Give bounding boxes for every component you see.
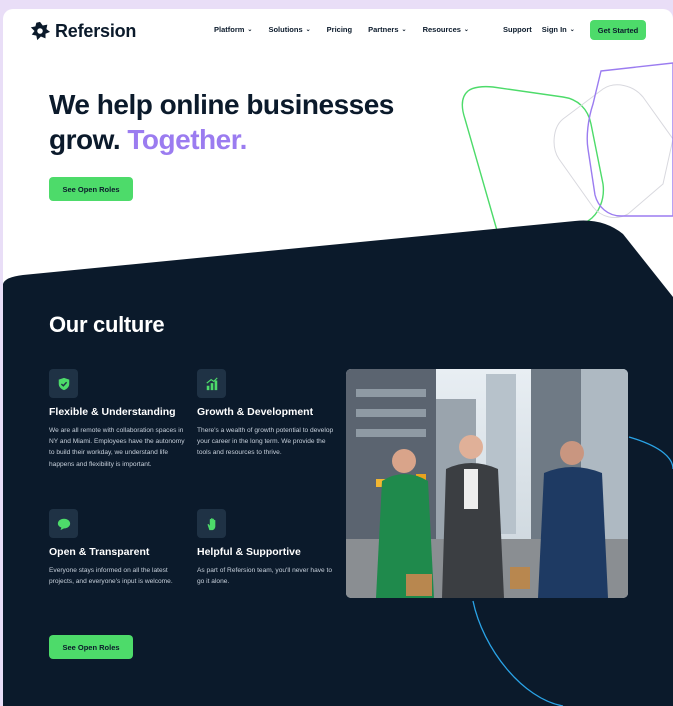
chevron-down-icon: ⌄ [305, 27, 311, 33]
hero-heading-line1: We help online businesses [49, 89, 394, 120]
raised-hand-icon [197, 509, 226, 538]
shield-check-icon [49, 369, 78, 398]
main-menu: Platform ⌄ Solutions ⌄ Pricing Partners ⌄ R… [214, 25, 485, 34]
feature-open: Open & Transparent Everyone stays inform… [49, 509, 189, 587]
chevron-down-icon: ⌄ [247, 27, 253, 33]
culture-heading: Our culture [49, 312, 165, 337]
feature-growth: Growth & Development There's a wealth of… [197, 369, 337, 459]
menu-partners[interactable]: Partners ⌄ [368, 25, 406, 34]
hero-heading-line2: grow. Together. [49, 122, 394, 157]
menu-partners-label: Partners [368, 25, 399, 34]
nav-right: Support Sign In ⌄ [503, 25, 585, 34]
sign-in-label: Sign In [541, 25, 567, 34]
brand-logo[interactable]: Refersion [29, 20, 136, 42]
menu-resources[interactable]: Resources ⌄ [423, 25, 469, 34]
brand-name: Refersion [55, 20, 137, 41]
feature-flexible: Flexible & Understanding We are all remo… [49, 369, 189, 470]
feature-description: We are all remote with collaboration spa… [49, 427, 185, 468]
menu-platform[interactable]: Platform ⌄ [214, 25, 252, 34]
feature-title: Flexible & Understanding [49, 406, 176, 418]
see-open-roles-button-bottom[interactable]: See Open Roles [49, 635, 133, 659]
feature-title: Growth & Development [197, 406, 314, 418]
feature-title: Helpful & Supportive [197, 546, 301, 558]
feature-helpful: Helpful & Supportive As part of Refersio… [197, 509, 337, 587]
refersion-logo-icon [30, 21, 51, 41]
menu-platform-label: Platform [214, 25, 245, 34]
chevron-down-icon: ⌄ [569, 27, 575, 33]
feature-description: Everyone stays informed on all the lates… [49, 567, 173, 586]
menu-solutions-label: Solutions [268, 25, 303, 34]
growth-chart-icon [197, 369, 226, 398]
chevron-down-icon: ⌄ [401, 27, 407, 33]
top-navigation: Refersion Platform ⌄ Solutions ⌄ Pricing P… [3, 9, 673, 53]
feature-description: As part of Refersion team, you'll never … [197, 567, 333, 586]
chat-bubble-icon [49, 509, 78, 538]
feature-title: Open & Transparent [49, 546, 150, 558]
get-started-button[interactable]: Get Started [590, 20, 646, 40]
team-photo [346, 369, 628, 598]
chevron-down-icon: ⌄ [463, 27, 469, 33]
hero-heading-accent: Together. [127, 124, 247, 155]
menu-pricing[interactable]: Pricing [327, 25, 352, 34]
hero-heading: We help online businesses grow. Together… [49, 87, 394, 157]
sign-in-link[interactable]: Sign In ⌄ [542, 25, 575, 34]
see-open-roles-button[interactable]: See Open Roles [49, 177, 133, 201]
menu-pricing-label: Pricing [326, 25, 353, 34]
menu-resources-label: Resources [422, 25, 461, 34]
feature-description: There's a wealth of growth potential to … [197, 427, 334, 457]
hero-heading-plain: grow. [49, 124, 121, 155]
page: Refersion Platform ⌄ Solutions ⌄ Pricing P… [3, 9, 673, 706]
support-link[interactable]: Support [503, 25, 532, 34]
menu-solutions[interactable]: Solutions ⌄ [268, 25, 310, 34]
